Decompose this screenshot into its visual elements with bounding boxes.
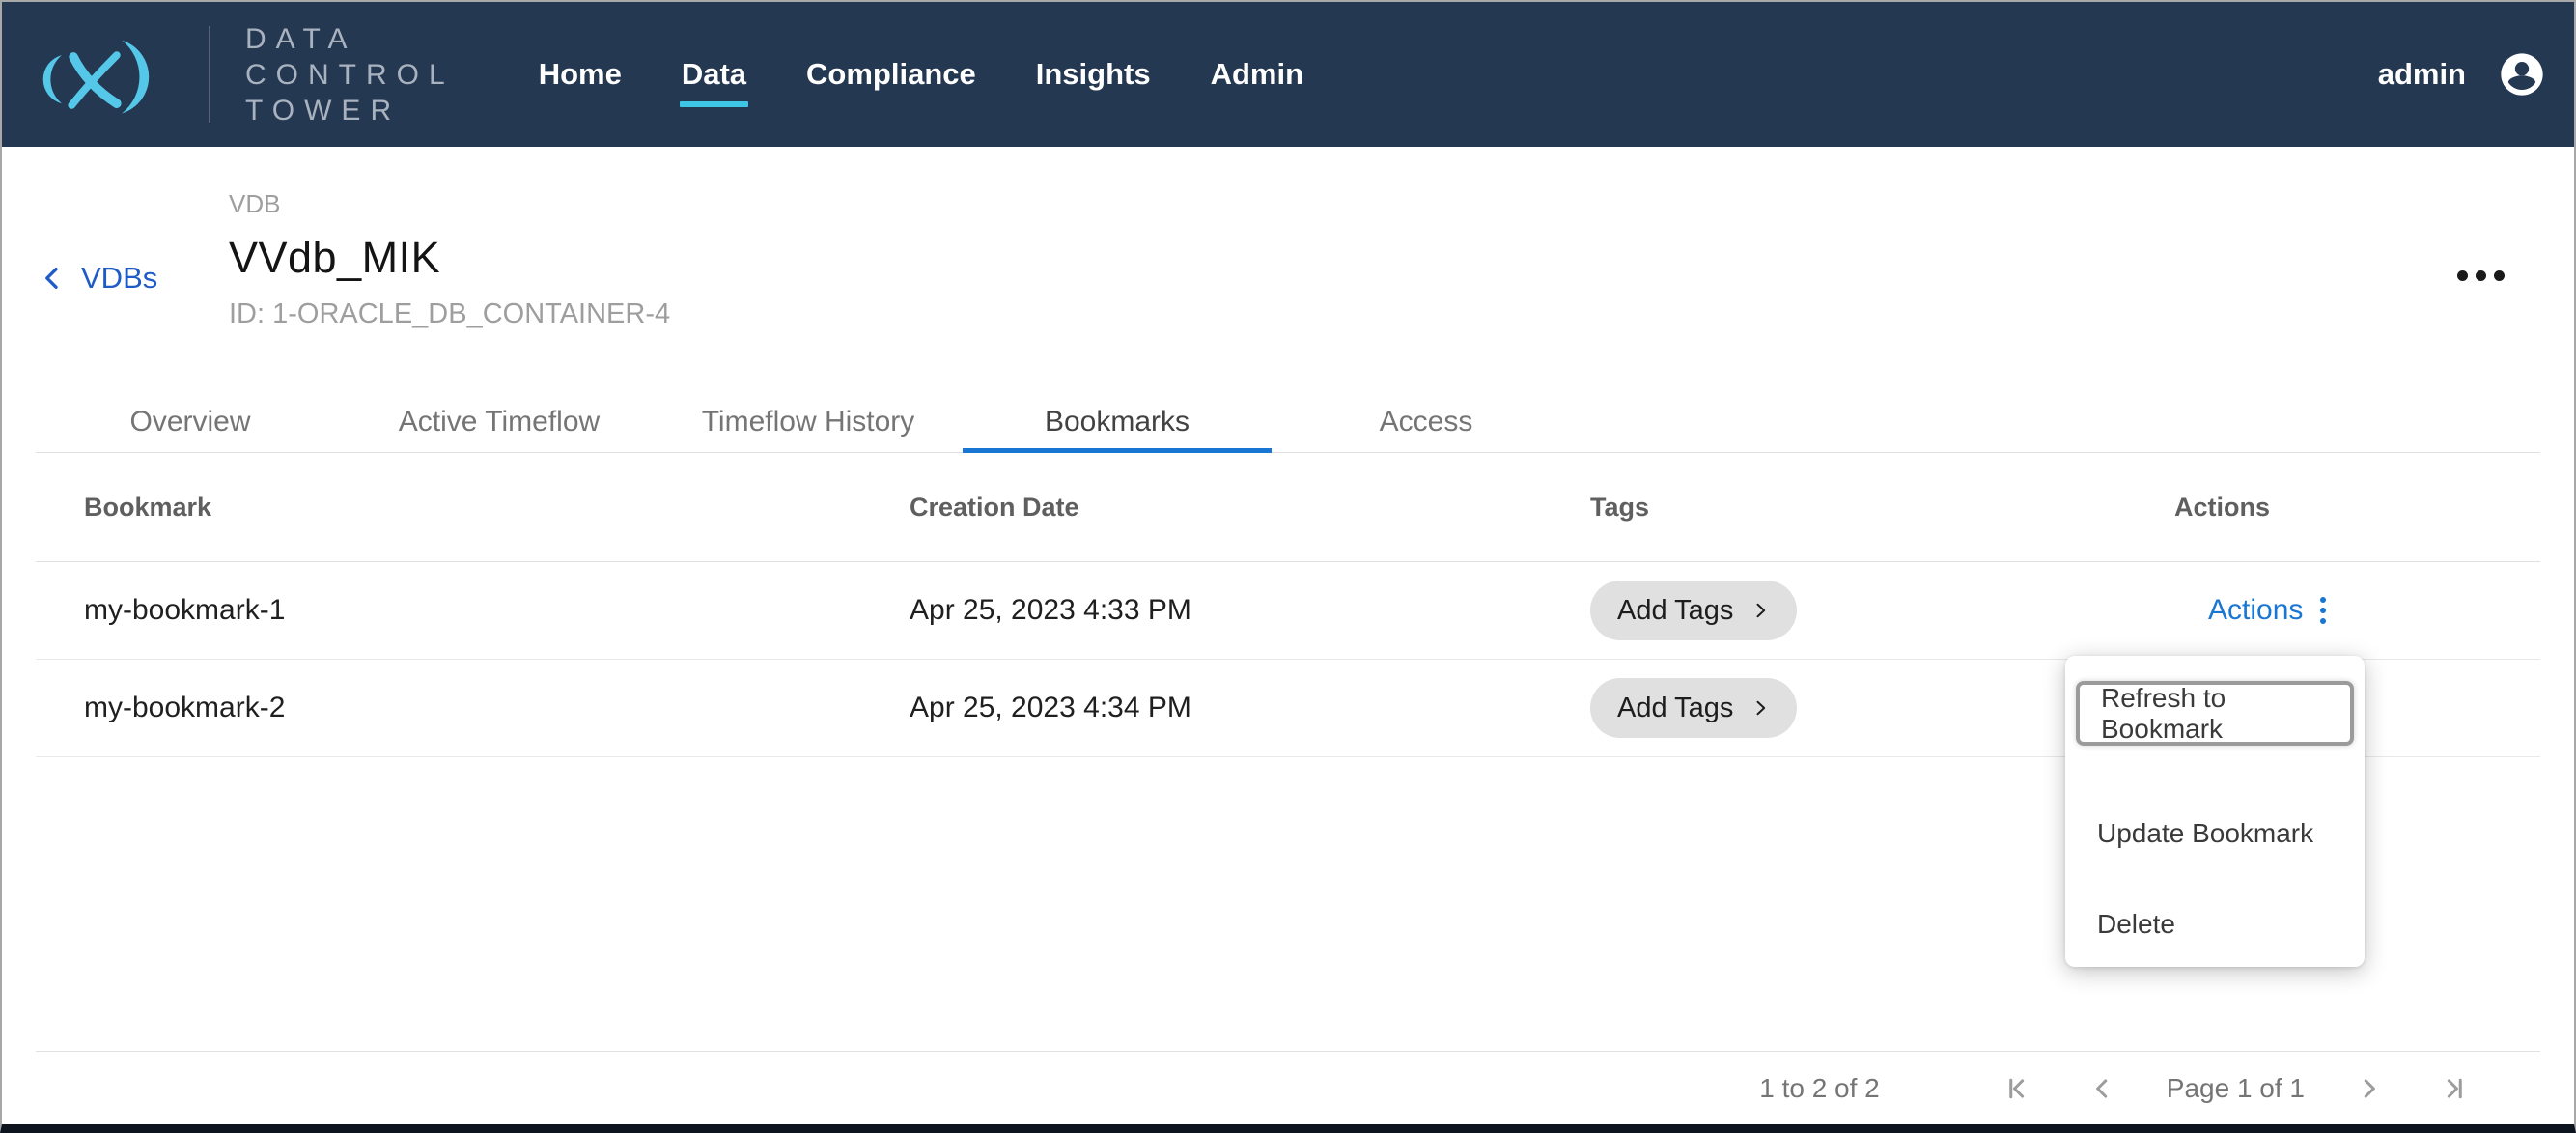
- title-block: VDB VVdb_MIK ID: 1-ORACLE_DB_CONTAINER-4: [229, 189, 670, 330]
- entity-id-label: ID: 1-ORACLE_DB_CONTAINER-4: [229, 298, 670, 330]
- wordmark-line: TOWER: [245, 93, 455, 128]
- page-title: VVdb_MIK: [229, 233, 670, 283]
- column-header-tags: Tags: [1590, 493, 2174, 523]
- column-header-bookmark: Bookmark: [36, 493, 910, 523]
- chevron-right-icon: [1750, 696, 1770, 720]
- column-header-actions: Actions: [2174, 493, 2540, 523]
- row-range-label: 1 to 2 of 2: [1759, 1073, 1880, 1104]
- tab-timeflow-history[interactable]: Timeflow History: [654, 388, 963, 452]
- page-indicator-label: Page 1 of 1: [2167, 1073, 2305, 1104]
- nav-item-data[interactable]: Data: [682, 51, 746, 98]
- brand-wordmark: DATA CONTROL TOWER: [245, 21, 455, 128]
- entity-type-label: VDB: [229, 189, 670, 219]
- bookmark-name: my-bookmark-1: [36, 594, 910, 627]
- column-header-creation-date: Creation Date: [910, 493, 1590, 523]
- nav-item-admin[interactable]: Admin: [1211, 51, 1303, 98]
- tab-bar: Overview Active Timeflow Timeflow Histor…: [36, 388, 2540, 453]
- username-label: admin: [2378, 57, 2466, 92]
- table-row: my-bookmark-1 Apr 25, 2023 4:33 PM Add T…: [36, 562, 2540, 660]
- account-circle-icon[interactable]: [2497, 49, 2547, 99]
- menu-item-refresh-to-bookmark[interactable]: Refresh to Bookmark: [2076, 681, 2354, 746]
- menu-item-delete[interactable]: Delete: [2065, 909, 2365, 940]
- top-navigation-bar: DATA CONTROL TOWER Home Data Compliance …: [2, 2, 2574, 147]
- tab-overview[interactable]: Overview: [36, 388, 345, 452]
- first-page-icon[interactable]: [2001, 1072, 2033, 1105]
- logo-divider: [209, 26, 210, 123]
- chevron-right-icon: [1750, 599, 1770, 622]
- tab-bookmarks[interactable]: Bookmarks: [963, 388, 1272, 452]
- pagination-bar: 1 to 2 of 2 Page 1 of 1: [36, 1051, 2540, 1125]
- add-tags-button[interactable]: Add Tags: [1590, 678, 1797, 738]
- delphix-logo-icon: [25, 20, 158, 128]
- last-page-icon[interactable]: [2438, 1072, 2471, 1105]
- wordmark-line: CONTROL: [245, 57, 455, 93]
- menu-item-update-bookmark[interactable]: Update Bookmark: [2065, 818, 2365, 849]
- add-tags-button[interactable]: Add Tags: [1590, 581, 1797, 640]
- table-header-row: Bookmark Creation Date Tags Actions: [36, 453, 2540, 562]
- row-actions-button[interactable]: Actions: [2208, 594, 2328, 627]
- page-header: VDBs VDB VVdb_MIK ID: 1-ORACLE_DB_CONTAI…: [2, 147, 2574, 388]
- nav-item-insights[interactable]: Insights: [1036, 51, 1151, 98]
- wordmark-line: DATA: [245, 21, 455, 57]
- bookmark-name: my-bookmark-2: [36, 692, 910, 724]
- add-tags-label: Add Tags: [1617, 595, 1733, 627]
- actions-label: Actions: [2208, 594, 2303, 627]
- creation-date: Apr 25, 2023 4:33 PM: [910, 594, 1590, 627]
- creation-date: Apr 25, 2023 4:34 PM: [910, 692, 1590, 724]
- add-tags-label: Add Tags: [1617, 693, 1733, 724]
- pager-controls: Page 1 of 1: [2001, 1072, 2471, 1105]
- page-overflow-menu-icon[interactable]: [2448, 261, 2514, 291]
- next-page-icon[interactable]: [2353, 1072, 2386, 1105]
- user-menu[interactable]: admin: [2378, 49, 2547, 99]
- main-nav: Home Data Compliance Insights Admin: [539, 51, 1303, 98]
- actions-dropdown-menu: Refresh to Bookmark Update Bookmark Dele…: [2065, 656, 2365, 967]
- tab-active-timeflow[interactable]: Active Timeflow: [345, 388, 654, 452]
- kebab-icon: [2318, 595, 2328, 626]
- nav-item-compliance[interactable]: Compliance: [806, 51, 976, 98]
- back-link-label: VDBs: [81, 261, 157, 296]
- back-to-vdbs-link[interactable]: VDBs: [39, 261, 157, 296]
- chevron-left-icon: [39, 263, 66, 294]
- tab-access[interactable]: Access: [1272, 388, 1581, 452]
- previous-page-icon[interactable]: [2086, 1072, 2118, 1105]
- app-window: DATA CONTROL TOWER Home Data Compliance …: [0, 0, 2576, 1133]
- nav-item-home[interactable]: Home: [539, 51, 622, 98]
